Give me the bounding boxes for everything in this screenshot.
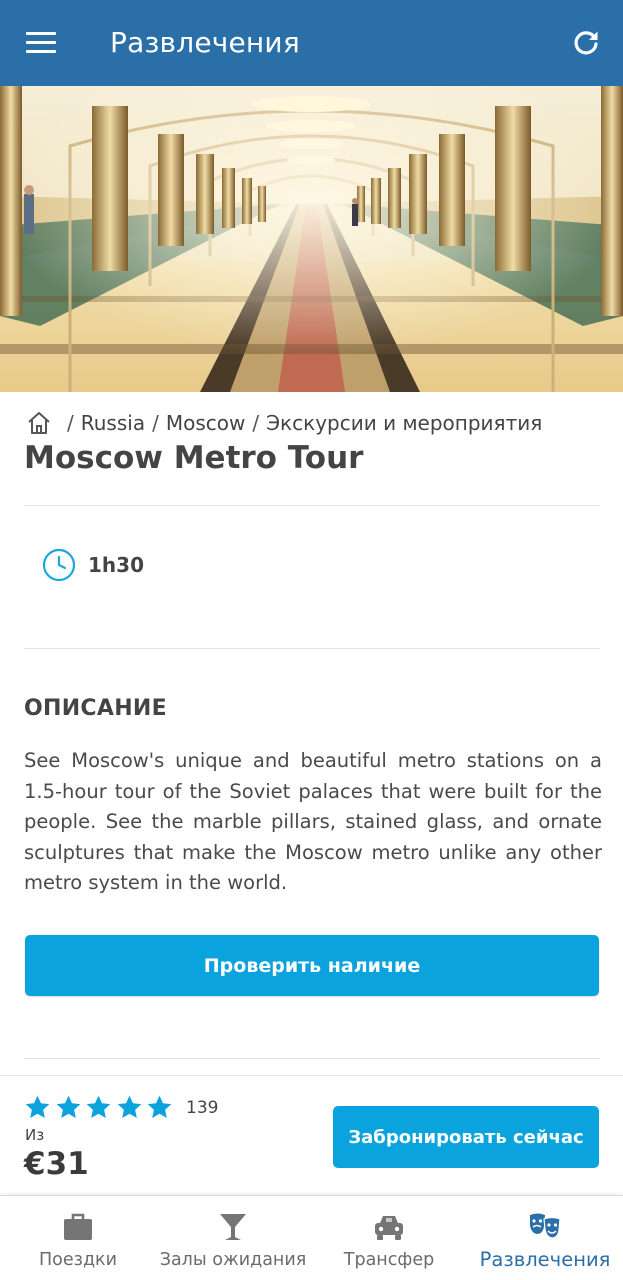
- cocktail-glass-icon: [220, 1214, 246, 1240]
- breadcrumb: / Russia / Moscow / Экскурсии и мероприя…: [26, 408, 542, 438]
- check-availability-button[interactable]: Проверить наличие: [25, 935, 599, 996]
- description-heading: ОПИСАНИЕ: [24, 696, 167, 721]
- rating-count: 139: [186, 1098, 219, 1118]
- app-bar: Развлечения: [0, 0, 623, 86]
- nav-item-label: Трансфер: [343, 1250, 435, 1270]
- nav-item-label: Поездки: [39, 1250, 117, 1270]
- hamburger-menu-icon[interactable]: [26, 32, 58, 54]
- refresh-icon[interactable]: [571, 28, 601, 58]
- duration-value: 1h30: [88, 553, 144, 577]
- star-icon: [25, 1095, 50, 1118]
- nav-item-label: Залы ожидания: [159, 1250, 307, 1270]
- star-icon: [86, 1095, 111, 1118]
- nav-item-lounges[interactable]: Залы ожидания: [160, 1196, 306, 1280]
- tour-hero-image: [0, 86, 623, 392]
- star-icon: [117, 1095, 141, 1118]
- price-value: €31: [24, 1146, 89, 1182]
- booking-bar: 139 Из €31 Забронировать сейчас: [0, 1075, 623, 1195]
- divider: [24, 1058, 600, 1059]
- bottom-navigation: Поездки Залы ожидания Трансфер Развлечен…: [0, 1195, 623, 1280]
- duration-info: 1h30: [42, 548, 144, 582]
- breadcrumb-separator: /: [252, 411, 260, 435]
- star-icon: [56, 1095, 80, 1118]
- breadcrumb-link-moscow[interactable]: Moscow: [166, 411, 246, 435]
- nav-item-transfer[interactable]: Трансфер: [338, 1196, 440, 1280]
- breadcrumb-separator: /: [67, 411, 74, 435]
- book-now-button[interactable]: Забронировать сейчас: [333, 1106, 599, 1168]
- taxi-icon: [375, 1216, 403, 1240]
- clock-icon: [42, 548, 76, 582]
- theater-masks-icon: [530, 1213, 561, 1239]
- home-icon[interactable]: [26, 410, 52, 436]
- price-from-label: Из: [25, 1126, 45, 1144]
- rating-stars: [24, 1094, 177, 1121]
- divider: [24, 505, 600, 506]
- divider: [24, 648, 600, 649]
- nav-item-trips[interactable]: Поездки: [28, 1196, 128, 1280]
- breadcrumb-link-russia[interactable]: Russia: [81, 411, 145, 435]
- app-bar-title: Развлечения: [110, 26, 300, 59]
- breadcrumb-link-category[interactable]: Экскурсии и мероприятия: [266, 411, 542, 435]
- tour-description: See Moscow's unique and beautiful metro …: [24, 749, 602, 894]
- suitcase-icon: [64, 1213, 92, 1240]
- nav-item-entertainment[interactable]: Развлечения: [476, 1196, 614, 1280]
- nav-item-label: Развлечения: [479, 1248, 611, 1271]
- star-icon: [147, 1095, 172, 1118]
- breadcrumb-separator: /: [152, 411, 159, 435]
- page-title: Moscow Metro Tour: [24, 440, 364, 476]
